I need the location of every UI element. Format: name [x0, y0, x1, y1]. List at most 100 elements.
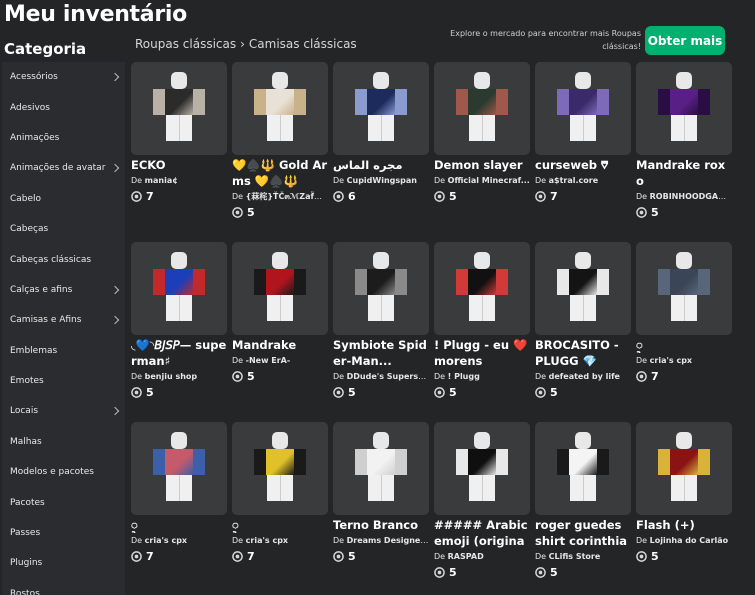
item-price: 5 — [636, 550, 732, 563]
item-name[interactable]: curseweb ⩢ — [535, 157, 631, 173]
item-name[interactable]: roger guedes shirt corinthians — [535, 517, 631, 549]
sidebar-item[interactable]: Rostos — [2, 579, 125, 595]
creator-name[interactable]: defeated by life — [549, 372, 620, 381]
sidebar-item[interactable]: Locais — [2, 396, 125, 426]
item-name[interactable]: ◟💙◝𝘉𝘑𝘚𝘗— superman♯ — [131, 337, 227, 369]
creator-name[interactable]: benjiu shop — [145, 372, 198, 381]
item-name[interactable]: مجره الماس — [333, 157, 429, 173]
avatar-preview — [452, 72, 512, 144]
creator-name[interactable]: DDude's Supersui... — [347, 372, 429, 381]
item-thumbnail[interactable] — [333, 422, 429, 515]
creator-name[interactable]: cria's cpx — [145, 536, 187, 545]
creator-name[interactable]: {菻㭦}ŤČ๓ℳZaf̈K̈i... — [246, 192, 328, 201]
item-card[interactable]: مجره الماس De CupidWingspan 6 — [333, 62, 429, 203]
item-thumbnail[interactable] — [434, 62, 530, 155]
item-card[interactable]: curseweb ⩢ De a$tral.core 7 — [535, 62, 631, 203]
sidebar-item[interactable]: Adesivos — [2, 92, 125, 122]
item-thumbnail[interactable] — [636, 422, 732, 515]
creator-name[interactable]: Lojinha do Carlão — [650, 536, 729, 545]
sidebar-item[interactable]: Cabelo — [2, 184, 125, 214]
creator-name[interactable]: cria's cpx — [650, 356, 692, 365]
item-thumbnail[interactable] — [131, 242, 227, 335]
item-card[interactable]: Mandrake De -New ErA- 5 — [232, 242, 328, 383]
sidebar-item[interactable]: Animações — [2, 123, 125, 153]
creator-name[interactable]: cria's cpx — [246, 536, 288, 545]
item-thumbnail[interactable] — [131, 422, 227, 515]
creator-name[interactable]: -New ErA- — [246, 356, 291, 365]
breadcrumb-item-classic-clothing[interactable]: Roupas clássicas — [135, 37, 236, 51]
creator-name[interactable]: Dreams Designers — [347, 536, 429, 545]
item-name[interactable]: 💛♠️🔱 Gold Arms 💛♠️🔱 — [232, 157, 328, 189]
item-card[interactable]: roger guedes shirt corinthians De CLifis … — [535, 422, 631, 579]
item-card[interactable]: Symbiote Spider-Man... De DDude's Supersu… — [333, 242, 429, 399]
item-creator: De Dreams Designers — [333, 535, 429, 547]
item-thumbnail[interactable] — [636, 62, 732, 155]
item-name[interactable]: ᢩ — [636, 337, 732, 353]
sidebar-item[interactable]: Cabeças clássicas — [2, 244, 125, 274]
sidebar-item[interactable]: Acessórios — [2, 62, 125, 92]
sidebar-item-label: Rostos — [10, 588, 40, 595]
item-thumbnail[interactable] — [333, 62, 429, 155]
avatar-preview — [654, 72, 714, 144]
sidebar-item[interactable]: Passes — [2, 518, 125, 548]
item-name[interactable]: ! Plugg - eu ❤️ morens — [434, 337, 530, 369]
item-name[interactable]: BROCASITO - PLUGG 💎 — [535, 337, 631, 369]
sidebar-item[interactable]: Emotes — [2, 366, 125, 396]
item-card[interactable]: ᢩ De cria's cpx 7 — [636, 242, 732, 383]
item-name[interactable]: Flash (+) — [636, 517, 732, 533]
sidebar-item[interactable]: Camisas e Afins — [2, 305, 125, 335]
item-name[interactable]: ᢩ — [232, 517, 328, 533]
item-name[interactable]: Demon slayer — [434, 157, 530, 173]
item-name[interactable]: Mandrake — [232, 337, 328, 353]
item-card[interactable]: BROCASITO - PLUGG 💎 De defeated by life 5 — [535, 242, 631, 399]
item-card[interactable]: Mandrake roxo De ROBINHOODGAM... 5 — [636, 62, 732, 219]
item-card[interactable]: ◟💙◝𝘉𝘑𝘚𝘗— superman♯ De benjiu shop 5 — [131, 242, 227, 399]
item-creator: De Lojinha do Carlão — [636, 535, 732, 547]
item-name[interactable]: Mandrake roxo — [636, 157, 732, 189]
item-thumbnail[interactable] — [434, 422, 530, 515]
sidebar-item[interactable]: Plugins — [2, 548, 125, 578]
item-price: 7 — [636, 370, 732, 383]
sidebar-item[interactable]: Calças e afins — [2, 275, 125, 305]
item-thumbnail[interactable] — [434, 242, 530, 335]
item-card[interactable]: Terno Branco De Dreams Designers 5 — [333, 422, 429, 563]
item-thumbnail[interactable] — [535, 62, 631, 155]
sidebar-item[interactable]: Cabeças — [2, 214, 125, 244]
item-card[interactable]: ECKO De mania¢ 7 — [131, 62, 227, 203]
item-thumbnail[interactable] — [131, 62, 227, 155]
item-card[interactable]: ᢩ De cria's cpx 7 — [131, 422, 227, 563]
sidebar-item[interactable]: Animações de avatar — [2, 153, 125, 183]
item-card[interactable]: Flash (+) De Lojinha do Carlão 5 — [636, 422, 732, 563]
item-thumbnail[interactable] — [535, 242, 631, 335]
item-thumbnail[interactable] — [535, 422, 631, 515]
item-card[interactable]: ##### Arabic emoji (original... De RASPAD… — [434, 422, 530, 579]
creator-name[interactable]: mania¢ — [145, 176, 178, 185]
creator-name[interactable]: Official Minecraf... — [448, 176, 530, 185]
item-card[interactable]: ! Plugg - eu ❤️ morens De ! Plugg 5 — [434, 242, 530, 399]
item-thumbnail[interactable] — [636, 242, 732, 335]
sidebar-item[interactable]: Modelos e pacotes — [2, 457, 125, 487]
item-thumbnail[interactable] — [232, 422, 328, 515]
item-thumbnail[interactable] — [232, 62, 328, 155]
creator-name[interactable]: CupidWingspan — [347, 176, 417, 185]
creator-name[interactable]: CLifis Store — [549, 552, 601, 561]
item-card[interactable]: Demon slayer De Official Minecraf... 5 — [434, 62, 530, 203]
get-more-button[interactable]: Obter mais — [645, 26, 725, 55]
creator-name[interactable]: ! Plugg — [448, 372, 480, 381]
item-name[interactable]: ECKO — [131, 157, 227, 173]
sidebar-item[interactable]: Pacotes — [2, 487, 125, 517]
item-thumbnail[interactable] — [232, 242, 328, 335]
item-thumbnail[interactable] — [333, 242, 429, 335]
creator-name[interactable]: ROBINHOODGAM... — [650, 192, 732, 201]
item-name[interactable]: ##### Arabic emoji (original... — [434, 517, 530, 549]
sidebar-item[interactable]: Malhas — [2, 427, 125, 457]
creator-name[interactable]: RASPAD — [448, 552, 484, 561]
item-card[interactable]: ᢩ De cria's cpx 7 — [232, 422, 328, 563]
sidebar-item[interactable]: Emblemas — [2, 336, 125, 366]
item-name[interactable]: Symbiote Spider-Man... — [333, 337, 429, 369]
item-name[interactable]: ᢩ — [131, 517, 227, 533]
item-card[interactable]: 💛♠️🔱 Gold Arms 💛♠️🔱 De {菻㭦}ŤČ๓ℳZaf̈K̈i...… — [232, 62, 328, 219]
creator-name[interactable]: a$tral.core — [549, 176, 599, 185]
sidebar-item-label: Cabeças clássicas — [10, 254, 92, 265]
item-name[interactable]: Terno Branco — [333, 517, 429, 533]
